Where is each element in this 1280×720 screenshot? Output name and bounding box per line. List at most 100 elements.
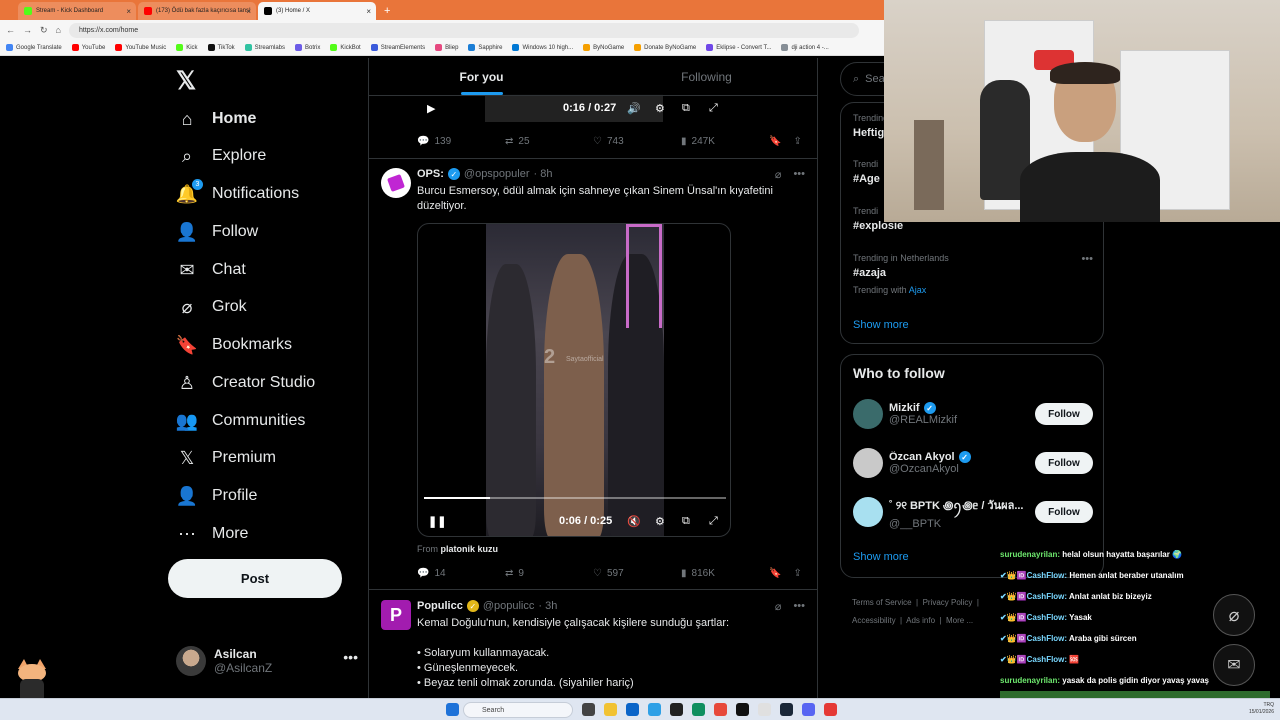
nav-item-follow[interactable]: 👤 Follow [176,214,258,250]
settings-icon[interactable]: ⚙ [655,515,665,528]
footer-terms[interactable]: Terms of Service [852,598,912,607]
nav-item-notifications[interactable]: 🔔 3 Notifications [176,176,299,212]
reply-button[interactable]: 💬 14 [417,568,505,579]
who-to-follow-item[interactable]: Mizkif ✓ @REALMizkif Follow [853,397,1093,431]
x-logo-icon[interactable]: 𝕏 [176,66,196,96]
bookmark-item[interactable]: KickBot [330,44,361,51]
grok-icon[interactable]: ⌀ [775,168,782,181]
tweet-time[interactable]: · 3h [538,600,557,612]
bookmark-item[interactable]: Bliep [435,44,458,51]
who-to-follow-item[interactable]: ˚ ୨୧ BPTK ꩜ꪆ꩜ᥱ / วันผล... @__BPTK Follow [853,495,1093,530]
show-more-follow[interactable]: Show more [853,551,909,563]
source-account-link[interactable]: platonik kuzu [441,544,499,554]
system-tray[interactable]: TRQ 15/01/2026 [1249,702,1274,716]
repost-button[interactable]: ⇄ 9 [505,568,593,579]
nav-item-more[interactable]: ⋯ More [176,516,248,552]
fullscreen-icon[interactable]: ⤢ [709,515,718,528]
nav-item-communities[interactable]: 👥 Communities [176,403,306,439]
author-handle[interactable]: @populicc [483,600,535,612]
grok-icon[interactable]: ⌀ [775,600,782,613]
show-more-trends[interactable]: Show more [853,319,909,331]
app-icon[interactable] [758,703,771,716]
bookmark-button[interactable]: 🔖 [769,136,781,147]
browser-tab-youtube[interactable]: (173) Ödü bak fazla kaçırıcısa tans! × [138,2,256,20]
back-icon[interactable]: ← [6,25,15,35]
muted-icon[interactable]: 🔇 [627,515,641,528]
nav-item-chat[interactable]: ✉ Chat [176,252,245,288]
footer-ads-info[interactable]: Ads info [906,616,935,625]
fullscreen-icon[interactable]: ⤢ [709,102,718,115]
nav-item-creator-studio[interactable]: ♙ Creator Studio [176,365,315,401]
bookmark-item[interactable]: TikTok [207,44,235,51]
steam-icon[interactable] [780,703,793,716]
grok-float-button[interactable]: ⌀ [1213,594,1255,636]
author-handle[interactable]: @opspopuler [464,168,530,180]
ops-avatar[interactable] [381,168,411,198]
bookmark-item[interactable]: Streamlabs [244,44,285,51]
tweet-time[interactable]: · 8h [534,168,553,180]
bookmark-item[interactable]: Sapphire [468,44,502,51]
x-app-icon[interactable] [736,703,749,716]
avatar[interactable] [853,399,883,429]
messages-float-button[interactable]: ✉ [1213,644,1255,686]
close-tab-icon[interactable]: × [126,7,131,16]
mail-app-icon[interactable] [648,703,661,716]
taskbar-search[interactable]: Search [463,702,573,718]
author-name[interactable]: Populicc [417,600,463,612]
bookmark-item[interactable]: Kick [176,44,198,51]
volume-icon[interactable]: 🔊 [627,102,641,115]
close-tab-icon[interactable]: × [246,7,251,16]
post-button[interactable]: Post [168,559,342,598]
browser-tab-x[interactable]: (3) Home / X × [258,2,376,20]
pip-icon[interactable]: ⧉ [682,102,690,115]
pip-icon[interactable]: ⧉ [682,515,690,528]
bookmark-item[interactable]: YouTube [71,44,105,51]
nav-item-explore[interactable]: ⌕ Explore [176,138,266,174]
edge-icon[interactable] [692,703,705,716]
tab-following[interactable]: Following [594,58,817,95]
trend-link[interactable]: Ajax [909,285,927,295]
obs-icon[interactable] [824,703,837,716]
bookmark-item[interactable]: Donate ByNoGame [634,44,696,51]
nav-item-bookmarks[interactable]: 🔖 Bookmarks [176,327,292,363]
avatar[interactable] [853,497,883,527]
views-button[interactable]: ▮ 247K [681,136,769,147]
like-button[interactable]: ♡ 597 [593,568,681,579]
follow-button[interactable]: Follow [1035,403,1093,425]
bookmark-item[interactable]: Windows 10 high... [512,44,573,51]
bookmark-item[interactable]: Botrix [295,44,320,51]
store-icon[interactable] [626,703,639,716]
nav-item-premium[interactable]: 𝕏 Premium [176,440,276,476]
nav-item-grok[interactable]: ⌀ Grok [176,289,247,325]
windows-start-icon[interactable] [446,703,459,716]
footer-more[interactable]: More ... [946,616,973,625]
share-icon[interactable]: ⇪ [793,136,801,147]
nav-item-profile[interactable]: 👤 Profile [176,478,258,514]
bookmark-item[interactable]: Eklipse - Convert T... [706,44,771,51]
task-view-icon[interactable] [582,703,595,716]
file-explorer-icon[interactable] [604,703,617,716]
browser-tab-kick[interactable]: Stream - Kick Dashboard × [18,2,136,20]
url-field[interactable]: https://x.com/home [68,22,859,38]
reload-icon[interactable]: ↻ [40,25,48,36]
video-progress[interactable] [424,497,726,499]
app-icon[interactable] [714,703,727,716]
app-icon[interactable] [670,703,683,716]
more-dots-icon[interactable]: ••• [343,649,358,665]
nav-item-home[interactable]: ⌂ Home [176,101,257,137]
follow-button[interactable]: Follow [1035,452,1093,474]
repost-button[interactable]: ⇄ 25 [505,136,593,147]
bookmark-item[interactable]: Google Translate [6,44,62,51]
follow-button[interactable]: Follow [1035,501,1093,523]
new-tab-button[interactable]: + [384,5,390,17]
bookmark-button[interactable]: 🔖 [769,568,781,579]
tweet-video[interactable]: 2 Saytaofficial ❚❚ 0:06 / 0:25 🔇 ⚙ ⧉ ⤢ [417,223,731,537]
views-button[interactable]: ▮ 816K [681,568,769,579]
populicc-avatar[interactable]: P [381,600,411,630]
trend-item[interactable]: Trending in Netherlands #azaja Trending … [853,253,1093,295]
settings-icon[interactable]: ⚙ [655,102,665,115]
share-icon[interactable]: ⇪ [793,568,801,579]
discord-icon[interactable] [802,703,815,716]
footer-privacy[interactable]: Privacy Policy [923,598,973,607]
forward-icon[interactable]: → [23,25,32,35]
